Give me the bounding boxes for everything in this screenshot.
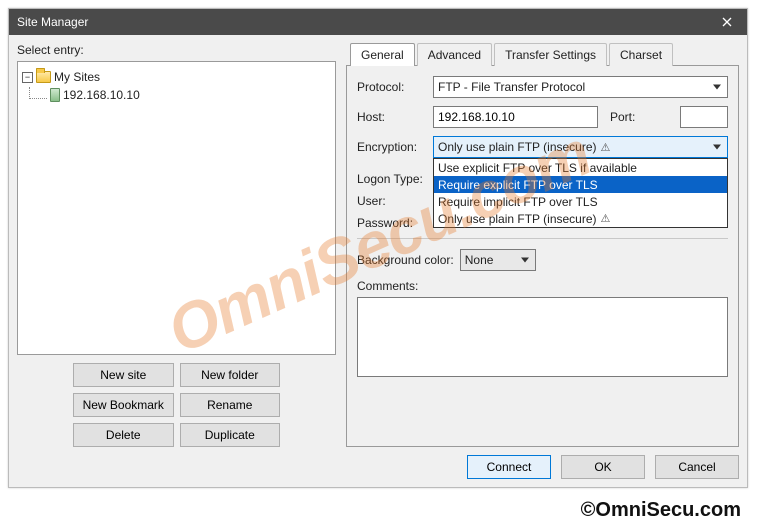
encryption-label: Encryption: bbox=[357, 140, 427, 154]
titlebar: Site Manager bbox=[9, 9, 747, 35]
host-input[interactable] bbox=[433, 106, 598, 128]
ok-button[interactable]: OK bbox=[561, 455, 645, 479]
port-input[interactable] bbox=[680, 106, 728, 128]
encryption-option[interactable]: Require implicit FTP over TLS bbox=[434, 193, 727, 210]
port-label: Port: bbox=[604, 110, 674, 124]
new-bookmark-button[interactable]: New Bookmark bbox=[73, 393, 174, 417]
bgcolor-row: Background color: None bbox=[357, 249, 728, 271]
footer-buttons: Connect OK Cancel bbox=[17, 447, 739, 479]
protocol-label: Protocol: bbox=[357, 80, 427, 94]
tab-charset[interactable]: Charset bbox=[609, 43, 673, 66]
tree-root[interactable]: − My Sites bbox=[22, 68, 331, 86]
main-row: Select entry: − My Sites 192.168.10.10 N… bbox=[17, 43, 739, 447]
tree-site-label: 192.168.10.10 bbox=[63, 88, 140, 102]
site-manager-window: Site Manager Select entry: − My Sites bbox=[8, 8, 748, 488]
tab-transfer-settings[interactable]: Transfer Settings bbox=[494, 43, 607, 66]
protocol-select[interactable]: FTP - File Transfer Protocol bbox=[433, 76, 728, 98]
left-pane: Select entry: − My Sites 192.168.10.10 N… bbox=[17, 43, 336, 447]
comments-label: Comments: bbox=[357, 279, 728, 293]
bgcolor-select[interactable]: None bbox=[460, 249, 536, 271]
bgcolor-value: None bbox=[465, 253, 494, 267]
encryption-select[interactable]: Only use plain FTP (insecure) ⚠ Use expl… bbox=[433, 136, 728, 158]
window-content: Select entry: − My Sites 192.168.10.10 N… bbox=[9, 35, 747, 487]
warning-icon: ⚠ bbox=[601, 212, 611, 225]
user-label: User: bbox=[357, 194, 427, 208]
site-action-buttons: New site New folder New Bookmark Rename … bbox=[17, 355, 336, 447]
logon-type-label: Logon Type: bbox=[357, 172, 427, 186]
new-folder-button[interactable]: New folder bbox=[180, 363, 281, 387]
server-icon bbox=[50, 88, 60, 102]
close-button[interactable] bbox=[711, 12, 743, 32]
new-site-button[interactable]: New site bbox=[73, 363, 174, 387]
host-row: Host: Port: bbox=[357, 106, 728, 128]
select-entry-label: Select entry: bbox=[17, 43, 336, 57]
encryption-row: Encryption: Only use plain FTP (insecure… bbox=[357, 136, 728, 158]
connect-button[interactable]: Connect bbox=[467, 455, 551, 479]
tabs: General Advanced Transfer Settings Chars… bbox=[346, 43, 739, 66]
folder-icon bbox=[36, 71, 51, 83]
encryption-value: Only use plain FTP (insecure) bbox=[438, 140, 597, 154]
protocol-value: FTP - File Transfer Protocol bbox=[438, 80, 585, 94]
encryption-option[interactable]: Use explicit FTP over TLS if available bbox=[434, 159, 727, 176]
tree-branch-icon bbox=[29, 87, 47, 99]
close-icon bbox=[722, 17, 732, 27]
divider bbox=[357, 238, 728, 239]
encryption-dropdown-list: Use explicit FTP over TLS if available R… bbox=[433, 158, 728, 228]
protocol-row: Protocol: FTP - File Transfer Protocol bbox=[357, 76, 728, 98]
encryption-option[interactable]: Require explicit FTP over TLS bbox=[434, 176, 727, 193]
host-label: Host: bbox=[357, 110, 427, 124]
copyright-text: ©OmniSecu.com bbox=[581, 499, 741, 522]
comments-input[interactable] bbox=[357, 297, 728, 377]
encryption-option[interactable]: Only use plain FTP (insecure)⚠ bbox=[434, 210, 727, 227]
tree-collapse-icon[interactable]: − bbox=[22, 72, 33, 83]
rename-button[interactable]: Rename bbox=[180, 393, 281, 417]
site-tree[interactable]: − My Sites 192.168.10.10 bbox=[17, 61, 336, 355]
duplicate-button[interactable]: Duplicate bbox=[180, 423, 281, 447]
password-label: Password: bbox=[357, 216, 427, 230]
tree-root-label: My Sites bbox=[54, 70, 100, 84]
tab-advanced[interactable]: Advanced bbox=[417, 43, 492, 66]
warning-icon: ⚠ bbox=[601, 141, 611, 154]
delete-button[interactable]: Delete bbox=[73, 423, 174, 447]
bgcolor-label: Background color: bbox=[357, 253, 454, 267]
tab-general[interactable]: General bbox=[350, 43, 415, 66]
right-pane: General Advanced Transfer Settings Chars… bbox=[346, 43, 739, 447]
tree-site-item[interactable]: 192.168.10.10 bbox=[22, 86, 331, 104]
general-panel: Protocol: FTP - File Transfer Protocol H… bbox=[346, 65, 739, 447]
window-title: Site Manager bbox=[17, 15, 711, 29]
cancel-button[interactable]: Cancel bbox=[655, 455, 739, 479]
